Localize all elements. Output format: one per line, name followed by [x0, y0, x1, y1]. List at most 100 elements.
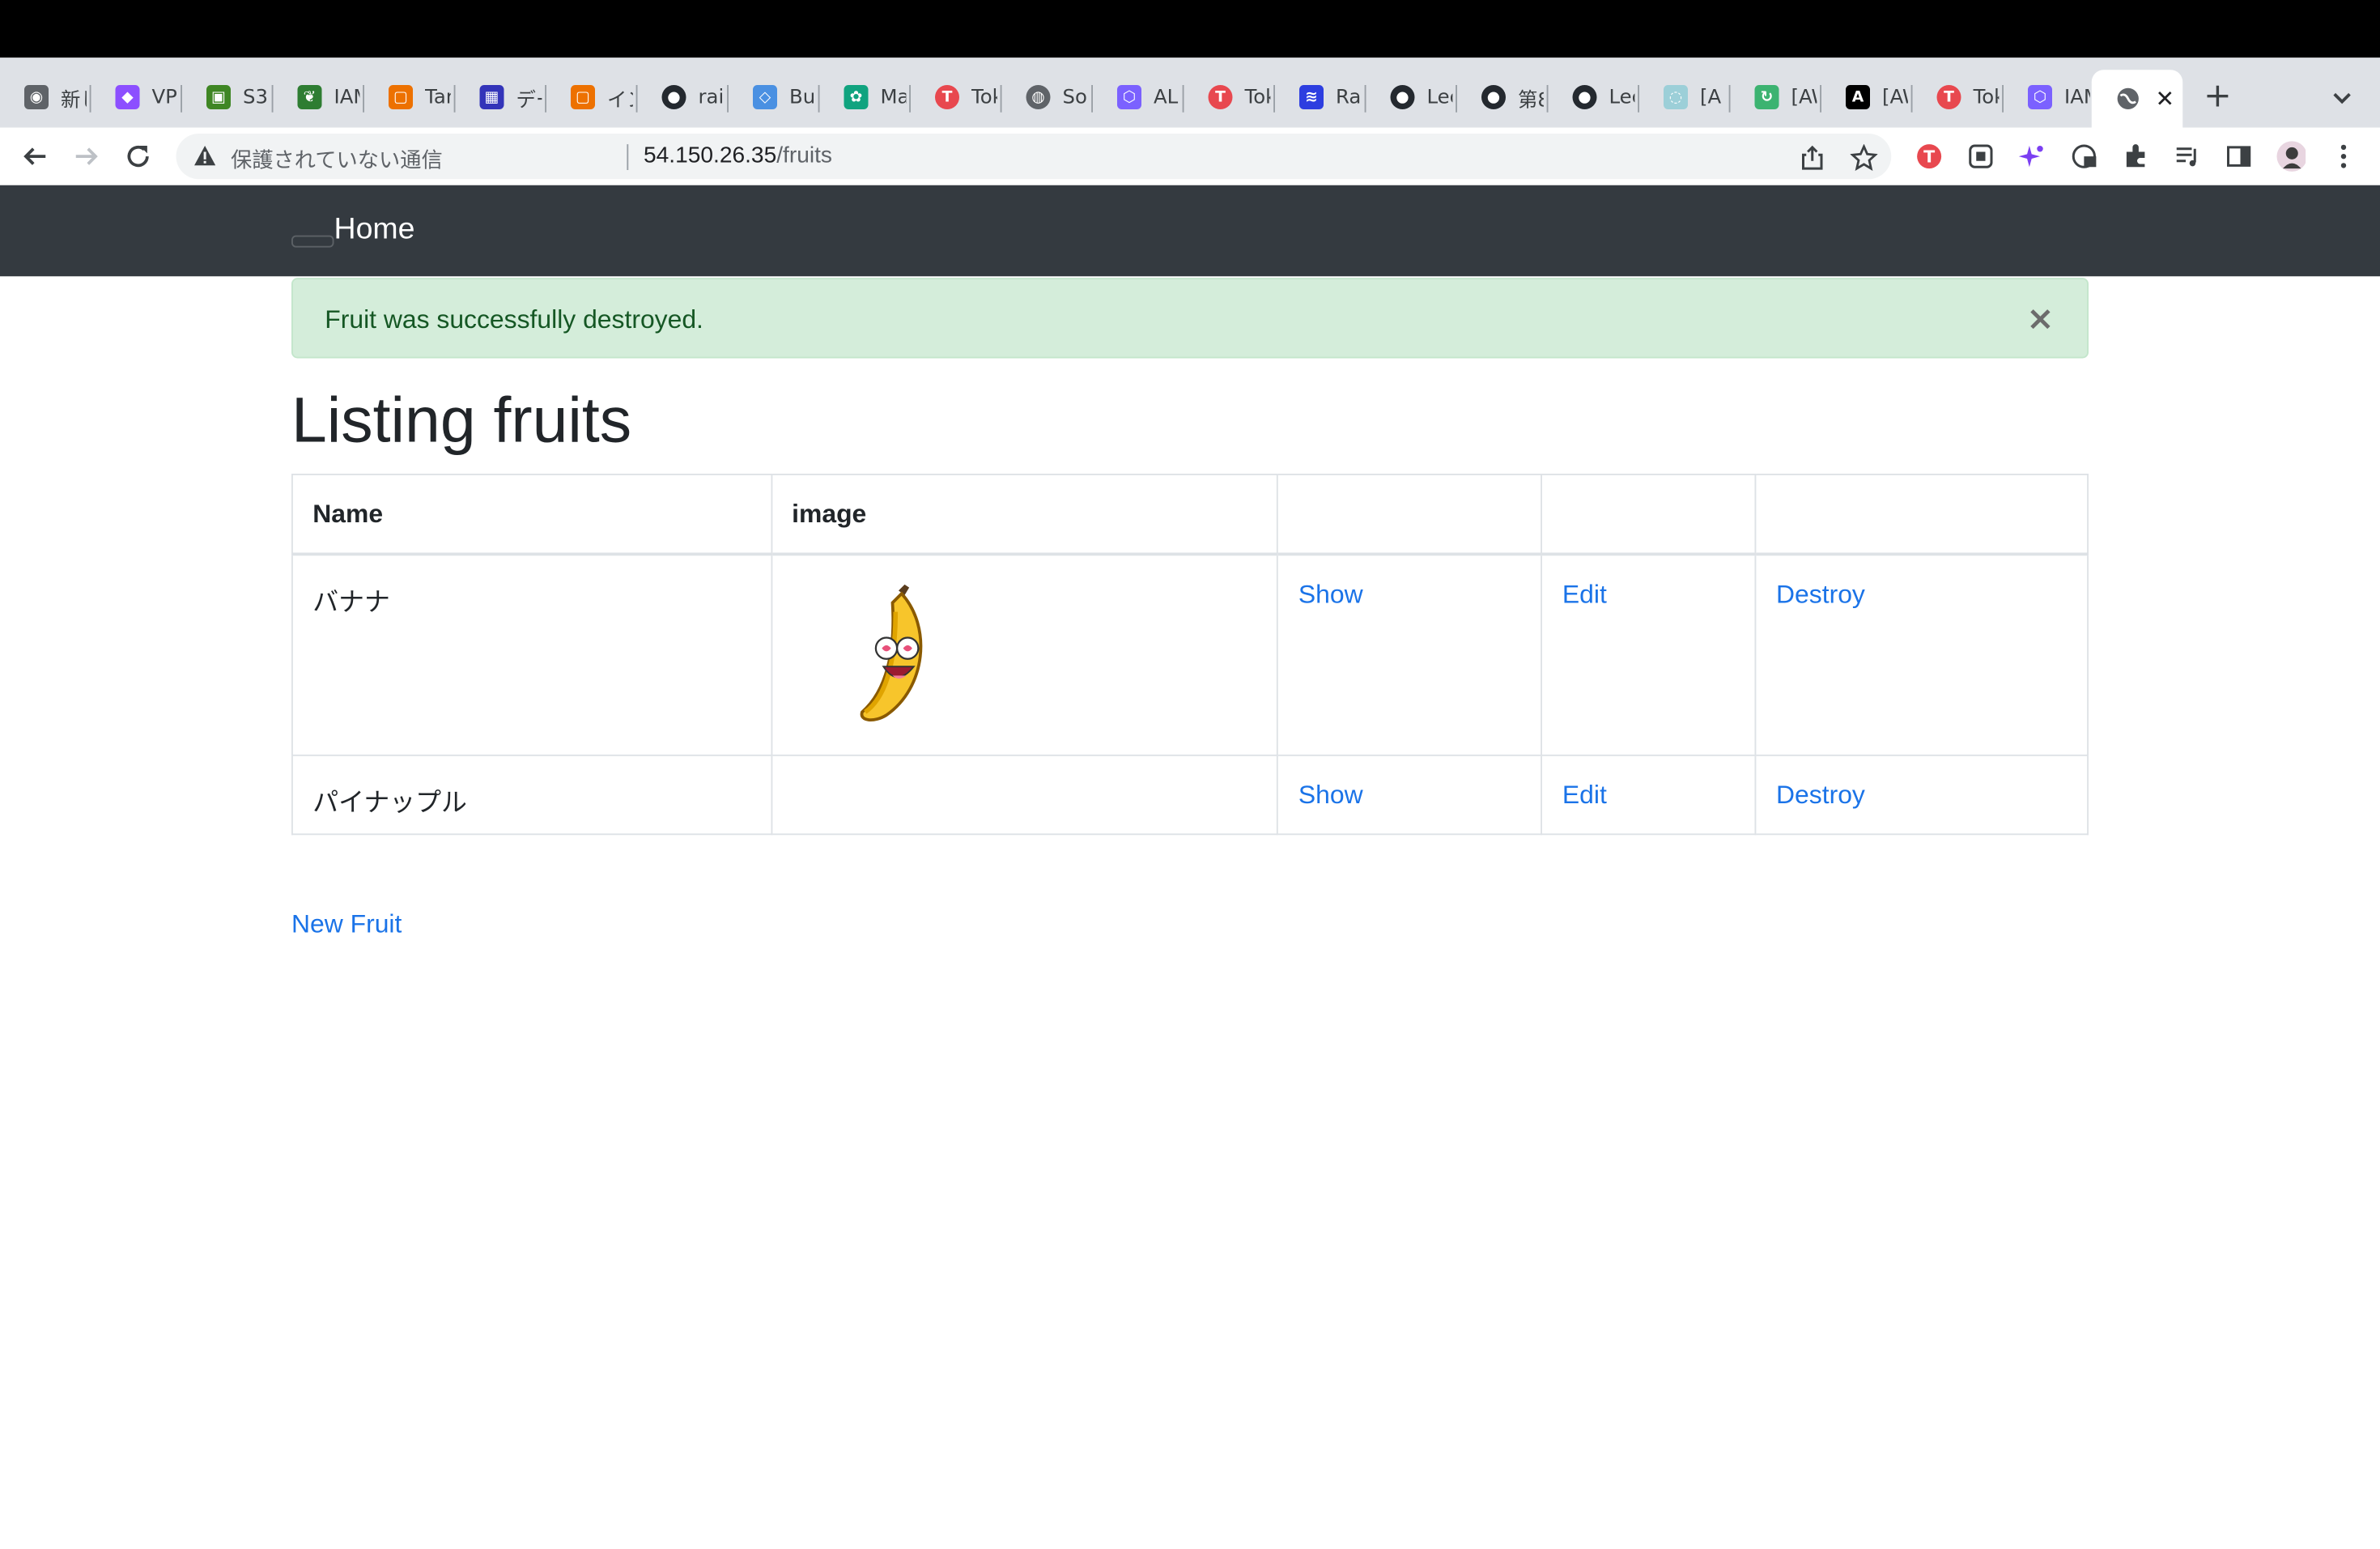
table-row: パイナップル Show Edit Destroy [291, 753, 2089, 835]
a-letter-icon: A [1846, 85, 1870, 109]
tab-title: Target [425, 85, 451, 109]
divider [627, 144, 629, 170]
tab-10[interactable]: T Tokyo [911, 70, 1002, 125]
tab-14[interactable]: ≋ Rails [1275, 70, 1366, 125]
tab-title: Rails [1336, 85, 1362, 109]
forward-button[interactable] [68, 138, 104, 175]
github-icon: ● [1390, 85, 1415, 109]
t-circle-icon: T [1936, 85, 1961, 109]
back-button[interactable] [17, 138, 53, 175]
fruit-name: パイナップル [291, 753, 772, 835]
arrow-left-icon [23, 147, 46, 165]
tab-17[interactable]: ● Lec [1549, 70, 1639, 125]
show-cell: Show [1277, 753, 1543, 835]
tab-title: Tokyo [1244, 85, 1271, 109]
tab-1[interactable]: ◆ VPC [91, 70, 182, 125]
show-cell: Show [1277, 553, 1543, 755]
aws-s3-icon: ▣ [206, 85, 231, 109]
url-path: /fruits [776, 143, 833, 169]
extension-lock-icon[interactable] [2069, 141, 2100, 172]
side-panel-icon[interactable] [2224, 141, 2255, 172]
warning-icon[interactable] [194, 146, 216, 173]
tab-13[interactable]: T Tokyo [1184, 70, 1275, 125]
edit-link[interactable]: Edit [1562, 580, 1607, 609]
t-circle-icon: T [1208, 85, 1233, 109]
menu-bar [0, 0, 2380, 58]
aws-ec2-icon: ▢ [389, 85, 413, 109]
t-circle-icon: T [935, 85, 959, 109]
show-link[interactable]: Show [1298, 580, 1363, 609]
tab-11[interactable]: ◍ Sou [1002, 70, 1093, 125]
tab-title: [AWS [1791, 85, 1817, 109]
arrow-right-icon [75, 147, 98, 165]
tab-15[interactable]: ● Lec [1366, 70, 1457, 125]
tab-active[interactable]: ✕ [2091, 70, 2183, 128]
tab-21[interactable]: T Tokyo [1913, 70, 2004, 125]
tab-16[interactable]: ● 第8 [1457, 70, 1549, 125]
aws-ec2-icon: ▢ [571, 85, 595, 109]
show-link[interactable]: Show [1298, 780, 1363, 809]
tab-title: Tokyo [971, 85, 997, 109]
navbar-toggler[interactable] [291, 235, 334, 248]
tab-title: IAM [2064, 85, 2090, 109]
profile-avatar[interactable] [2276, 141, 2306, 172]
new-fruit-link[interactable]: New Fruit [291, 909, 402, 940]
fruit-name: バナナ [291, 553, 772, 755]
tab-title: Sou [1062, 85, 1089, 109]
column-header-destroy [1754, 474, 2089, 556]
globe-icon: ◍ [1026, 85, 1051, 109]
tab-8[interactable]: ◇ Build [729, 70, 820, 125]
table-header-row: Name image [291, 474, 2089, 556]
tab-18[interactable]: ◌ [A [1639, 70, 1731, 125]
chrome-menu-icon[interactable] [2328, 141, 2359, 172]
home-link[interactable]: Home [334, 213, 415, 248]
extension-t-icon[interactable]: T [1914, 141, 1944, 172]
tab-5[interactable]: ▦ データ [456, 70, 546, 125]
globe-icon [2116, 87, 2140, 111]
tab-6[interactable]: ▢ インスタンス [546, 70, 638, 125]
tab-3[interactable]: ❦ IAM [274, 70, 364, 125]
close-tab-icon[interactable]: ✕ [2156, 85, 2175, 113]
extensions-puzzle-icon[interactable] [2120, 141, 2151, 172]
edit-link[interactable]: Edit [1562, 780, 1607, 809]
tab-title: データ [516, 88, 542, 112]
tab-19[interactable]: ↻ [AWS [1731, 70, 1821, 125]
tab-title: S3 [243, 85, 268, 109]
extension-box-icon[interactable] [1966, 141, 1996, 172]
hexagon-icon: ⬡ [2028, 85, 2052, 109]
tab-20[interactable]: A [AWS [1821, 70, 1913, 125]
tab-22[interactable]: ⬡ IAM [2004, 70, 2095, 125]
media-control-icon[interactable] [2172, 141, 2203, 172]
page-title: Listing fruits [291, 384, 632, 456]
alert-close-button[interactable]: × [2026, 300, 2055, 338]
extension-sparkle-icon[interactable] [2017, 141, 2048, 172]
tab-7[interactable]: ● raise [638, 70, 729, 125]
url-host: 54.150.26.35 [644, 143, 777, 169]
fruit-image-cell [770, 553, 1279, 755]
tab-title: Lec [1609, 85, 1635, 109]
url-text[interactable]: 54.150.26.35/fruits [644, 143, 832, 168]
tab-search-icon[interactable] [2327, 82, 2357, 113]
bookmark-star-icon[interactable] [1850, 143, 1878, 172]
tab-12[interactable]: ⬡ ALB [1093, 70, 1184, 125]
tab-9[interactable]: ✿ Make [820, 70, 911, 125]
edit-cell: Edit [1541, 753, 1757, 835]
tab-0[interactable]: ◉ 新しいタブ [0, 70, 91, 125]
tab-title: IAM [334, 85, 360, 109]
share-icon[interactable] [1799, 144, 1826, 172]
github-icon: ● [1481, 85, 1506, 109]
tab-title: ALB [1154, 85, 1179, 109]
reload-icon [127, 145, 149, 168]
destroy-link[interactable]: Destroy [1776, 580, 1865, 609]
new-tab-button[interactable]: + [2199, 79, 2236, 116]
address-bar[interactable]: 保護されていない通信 54.150.26.35/fruits [176, 134, 1892, 180]
edit-cell: Edit [1541, 553, 1757, 755]
tab-title: raise [698, 85, 725, 109]
destroy-link[interactable]: Destroy [1776, 780, 1865, 809]
tab-title: 第8 [1518, 88, 1544, 112]
tab-strip: ◉ 新しいタブ ◆ VPC ▣ S3 ❦ IAM ▢ Target ▦ データ ▢ インスタンス ● rais… [0, 57, 2380, 128]
reload-button[interactable] [120, 138, 156, 175]
tab-2[interactable]: ▣ S3 [182, 70, 274, 125]
tab-title: インスタンス [607, 88, 633, 112]
tab-4[interactable]: ▢ Target [364, 70, 456, 125]
